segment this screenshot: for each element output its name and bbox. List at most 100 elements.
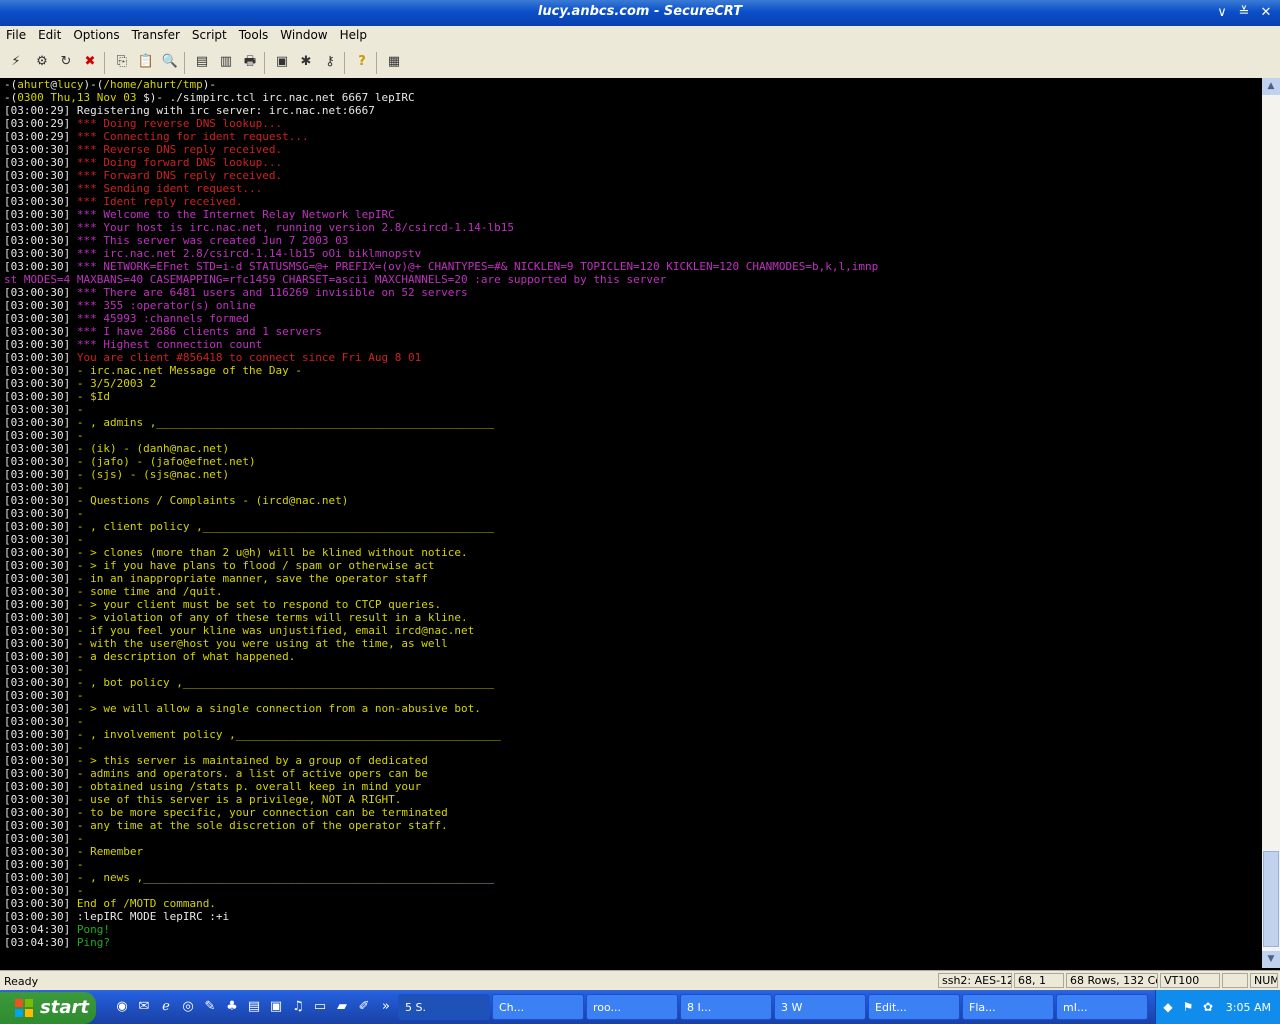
task-label: mI...: [1063, 1001, 1088, 1014]
taskbar-item-ie[interactable]: 8 I...: [680, 994, 772, 1020]
log-timestamp: [03:00:30]: [4, 442, 71, 455]
menu-help[interactable]: Help: [334, 26, 373, 42]
log-line: st MODES=4 MAXBANS=40 CASEMAPPING=rfc145…: [0, 273, 1262, 286]
prompt-bracket: )-: [149, 91, 163, 104]
menu-transfer[interactable]: Transfer: [126, 26, 186, 42]
taskbar-item-edit[interactable]: Edit...: [868, 994, 960, 1020]
quicklaunch-more-icon[interactable]: »: [378, 999, 394, 1015]
log-timestamp: [03:00:30]: [4, 715, 71, 728]
close-icon[interactable]: ✕: [1256, 4, 1276, 22]
log-timestamp: [03:00:30]: [4, 416, 71, 429]
log-message: *** Connecting for ident request...: [76, 130, 309, 143]
log-line: [03:00:30] - > this server is maintained…: [0, 754, 1262, 767]
status-cursor-position: 68, 1: [1014, 973, 1064, 988]
log-line: [03:00:30] - $Id: [0, 390, 1262, 403]
restore-icon[interactable]: ≚: [1234, 4, 1254, 22]
reconnect-icon[interactable]: ↻: [56, 52, 76, 72]
minimize-icon[interactable]: ∨: [1212, 4, 1232, 22]
print-icon[interactable]: 🖶: [240, 52, 260, 72]
log-message: *** irc.nac.net 2.8/csircd-1.14-lb15 oOi…: [76, 247, 422, 260]
tile-windows-icon[interactable]: ▦: [384, 52, 404, 72]
taskbar-item-chat[interactable]: Ch...: [492, 994, 584, 1020]
log-line: [03:00:30] - > clones (more than 2 u@h) …: [0, 546, 1262, 559]
menu-options[interactable]: Options: [67, 26, 125, 42]
disconnect-icon[interactable]: ✖: [80, 52, 100, 72]
taskbar-item-root[interactable]: roo...: [586, 994, 678, 1020]
status-terminal-size: 68 Rows, 132 Cols: [1066, 973, 1158, 988]
menu-file[interactable]: File: [0, 26, 32, 42]
quicklaunch-ie-icon[interactable]: ◉: [114, 999, 130, 1015]
vertical-scrollbar[interactable]: ▲ ▼: [1262, 78, 1280, 968]
tray-network-icon[interactable]: ◆: [1160, 999, 1176, 1015]
log-line: [03:00:30] *** Welcome to the Internet R…: [0, 208, 1262, 221]
taskbar-item-explorer[interactable]: 3 W: [774, 994, 866, 1020]
log-timestamp: [03:00:29]: [4, 117, 71, 130]
quicklaunch-cmd-icon[interactable]: ▭: [312, 999, 328, 1015]
log-timestamp: [03:00:30]: [4, 910, 71, 923]
quicklaunch-paint-icon[interactable]: ▤: [246, 999, 262, 1015]
log-line: [03:00:30] - > violation of any of these…: [0, 611, 1262, 624]
log-message: - > if you have plans to flood / spam or…: [76, 559, 435, 572]
connect-icon[interactable]: ⚡: [6, 52, 26, 72]
print-screen-icon[interactable]: ▤: [192, 52, 212, 72]
log-line: [03:00:30] -: [0, 741, 1262, 754]
tray-irc-icon[interactable]: ✿: [1200, 999, 1216, 1015]
log-line: [03:00:30] *** There are 6481 users and …: [0, 286, 1262, 299]
quicklaunch-browser-icon[interactable]: ℯ: [158, 999, 174, 1015]
scrollbar-thumb[interactable]: [1263, 851, 1279, 947]
taskbar-item-flash[interactable]: Fla...: [962, 994, 1054, 1020]
prompt-command: ./simpirc.tcl irc.nac.net 6667 lepIRC: [162, 91, 415, 104]
scroll-up-icon[interactable]: ▲: [1262, 78, 1280, 95]
session-options-icon[interactable]: ▣: [272, 52, 292, 72]
copy-icon[interactable]: ⎘: [112, 52, 132, 72]
log-line: [03:00:30] - with the user@host you were…: [0, 637, 1262, 650]
log-timestamp: [03:00:30]: [4, 780, 71, 793]
log-timestamp: [03:00:30]: [4, 793, 71, 806]
log-timestamp: [03:00:30]: [4, 819, 71, 832]
log-timestamp: [03:00:30]: [4, 871, 71, 884]
log-timestamp: [03:00:30]: [4, 403, 71, 416]
taskbar-item-securecrt[interactable]: 5 S.: [398, 994, 490, 1020]
log-line: [03:00:30] -: [0, 403, 1262, 416]
quicklaunch-app-icon[interactable]: ✉: [136, 999, 152, 1015]
quicklaunch-edit-icon[interactable]: ✐: [356, 999, 372, 1015]
log-line: [03:00:30] - Remember: [0, 845, 1262, 858]
terminal-area[interactable]: -(ahurt@lucy)-(/home/ahurt/tmp)- -(0300 …: [0, 78, 1262, 968]
window-title: lucy.anbcs.com - SecureCRT: [537, 4, 743, 19]
scroll-down-icon[interactable]: ▼: [1262, 951, 1280, 968]
menu-script[interactable]: Script: [186, 26, 233, 42]
log-timestamp: [03:00:30]: [4, 559, 71, 572]
prompt-bracket: -(: [4, 91, 18, 104]
quicklaunch-tool-icon[interactable]: ✎: [202, 999, 218, 1015]
quicklaunch-game-icon[interactable]: ♣: [224, 999, 240, 1015]
log-message: - > clones (more than 2 u@h) will be kli…: [76, 546, 468, 559]
global-options-icon[interactable]: ✱: [296, 52, 316, 72]
help-icon[interactable]: ?: [352, 52, 372, 72]
quick-connect-icon[interactable]: ⚙: [32, 52, 52, 72]
log-message: *** Highest connection count: [76, 338, 263, 351]
tray-app-icon[interactable]: ⚑: [1180, 999, 1196, 1015]
log-timestamp: [03:00:30]: [4, 312, 71, 325]
quicklaunch-chrome-icon[interactable]: ◎: [180, 999, 196, 1015]
log-timestamp: [03:00:30]: [4, 611, 71, 624]
start-button[interactable]: start: [0, 992, 96, 1024]
menu-tools[interactable]: Tools: [233, 26, 275, 42]
log-line: [03:00:30] -: [0, 884, 1262, 897]
quicklaunch-media-icon[interactable]: ♫: [290, 999, 306, 1015]
print-selection-icon[interactable]: ▥: [216, 52, 236, 72]
keymap-icon[interactable]: ⚷: [320, 52, 340, 72]
log-line: [03:00:30] - > if you have plans to floo…: [0, 559, 1262, 572]
paste-icon[interactable]: 📋: [136, 52, 156, 72]
log-timestamp: [03:00:30]: [4, 546, 71, 559]
menu-edit[interactable]: Edit: [32, 26, 67, 42]
menu-window[interactable]: Window: [274, 26, 333, 42]
quicklaunch-folder-icon[interactable]: ▰: [334, 999, 350, 1015]
taskbar-item-mirc[interactable]: mI...: [1056, 994, 1148, 1020]
log-message: - admins and operators. a list of active…: [76, 767, 428, 780]
log-timestamp: [03:00:30]: [4, 325, 71, 338]
quicklaunch-desktop-icon[interactable]: ▣: [268, 999, 284, 1015]
log-message: -: [76, 689, 84, 702]
prompt-symbol: $: [143, 91, 150, 104]
log-message: :lepIRC MODE lepIRC :+i: [76, 910, 230, 923]
find-icon[interactable]: 🔍: [160, 52, 180, 72]
